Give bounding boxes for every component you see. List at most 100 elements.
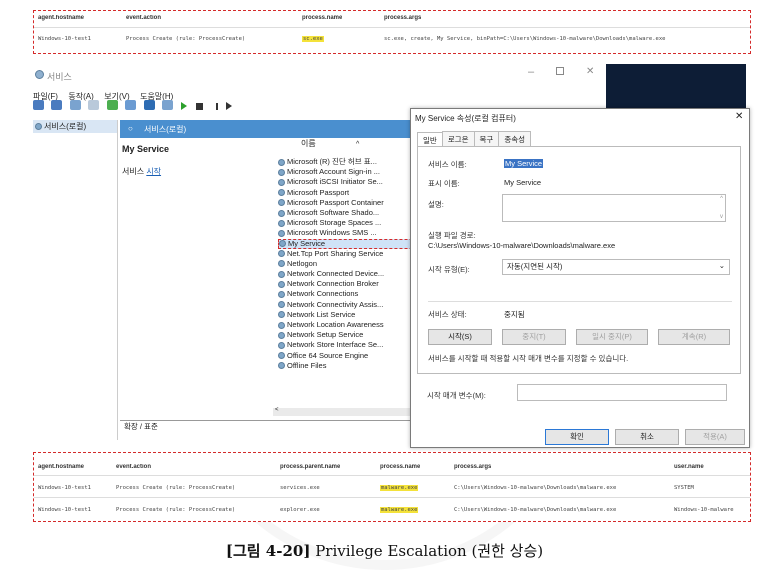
service-gear-icon	[278, 311, 285, 319]
cancel-button[interactable]: 취소	[615, 429, 679, 445]
scroll-left-icon[interactable]: <	[275, 407, 279, 413]
close-icon[interactable]: ✕	[586, 66, 594, 77]
startup-type-label: 시작 유형(E):	[428, 265, 470, 274]
divider	[34, 497, 750, 498]
service-gear-icon	[278, 158, 285, 166]
cell-process-args: C:\Users\Windows-10-malware\Downloads\ma…	[454, 485, 617, 491]
col-process-name: process.name	[302, 15, 343, 21]
title-bar: 서비스 – ✕	[33, 64, 606, 86]
console-tree-icon[interactable]	[69, 100, 81, 110]
tree-item-services-local[interactable]: 서비스(로컬)	[33, 120, 117, 133]
description-textbox[interactable]: ^ v	[502, 194, 726, 222]
service-name-value[interactable]: My Service	[504, 159, 544, 168]
service-name: Microsoft Passport	[287, 187, 350, 197]
col-process-parent-name: process.parent.name	[280, 464, 341, 470]
start-param-label: 시작 매개 변수(M):	[427, 391, 486, 400]
description-label: 설명:	[428, 200, 444, 209]
pause-button[interactable]: 일시 중지(P)	[576, 329, 648, 345]
divider	[34, 475, 750, 476]
maximize-icon[interactable]	[556, 67, 564, 75]
apply-button[interactable]: 적용(A)	[685, 429, 745, 445]
minimize-icon[interactable]: –	[528, 66, 534, 78]
col-process-args: process.args	[454, 464, 492, 470]
service-name: Microsoft Account Sign-in ...	[287, 167, 380, 177]
service-gear-icon	[278, 301, 285, 309]
dialog-close-icon[interactable]: ✕	[735, 111, 743, 122]
selected-service-name: My Service	[122, 144, 170, 154]
services-gear-icon	[35, 123, 42, 130]
service-status-label: 서비스 상태:	[428, 310, 467, 319]
resume-button[interactable]: 계속(R)	[658, 329, 730, 345]
service-gear-icon	[278, 199, 285, 207]
forward-icon[interactable]	[51, 100, 63, 110]
cell-process-name: sc.exe	[302, 36, 324, 42]
service-gear-icon	[278, 219, 285, 227]
properties-icon[interactable]	[88, 100, 100, 110]
sort-ascending-icon: ^	[355, 141, 360, 148]
start-button[interactable]: 시작(S)	[428, 329, 492, 345]
column-label: 이름	[301, 139, 316, 148]
service-gear-icon	[278, 209, 285, 217]
dialog-tabs: 일반 로그온 복구 종속성	[417, 131, 532, 148]
stop-button[interactable]: 중지(T)	[502, 329, 566, 345]
tab-extended-standard[interactable]: 확장 / 표준	[124, 422, 158, 431]
service-gear-icon	[278, 352, 285, 360]
service-gear-icon	[278, 270, 285, 278]
service-name: Microsoft iSCSI Initiator Se...	[287, 177, 383, 187]
col-agent-hostname: agent.hostname	[38, 15, 85, 21]
cell-event-action: Process Create (rule: ProcessCreate)	[126, 36, 246, 42]
pause-icon[interactable]	[212, 103, 215, 110]
start-link-line: 서비스 시작	[122, 166, 260, 177]
back-icon[interactable]	[33, 100, 44, 110]
service-name: Netlogon	[287, 258, 318, 268]
col-process-args: process.args	[384, 15, 422, 21]
start-link-prefix: 서비스	[122, 167, 147, 176]
tab-dependencies[interactable]: 종속성	[498, 131, 532, 147]
service-name: Network Connection Broker	[287, 279, 379, 289]
column-header-name[interactable]: 이름 ^	[301, 138, 359, 149]
cell-process-args: sc.exe, create, My Service, binPath=C:\U…	[384, 36, 666, 42]
start-service-link[interactable]: 시작	[146, 167, 161, 176]
cell-event-action: Process Create (rule: ProcessCreate)	[116, 507, 236, 513]
console-tree: 서비스(로컬)	[33, 120, 118, 440]
service-gear-icon	[278, 229, 285, 237]
window-title: 서비스	[47, 72, 72, 82]
cell-process-args: C:\Users\Windows-10-malware\Downloads\ma…	[454, 507, 617, 513]
service-gear-icon	[278, 260, 285, 268]
tree-item-label: 서비스(로컬)	[44, 122, 87, 131]
restart-icon[interactable]	[225, 102, 232, 110]
cell-parent-name: services.exe	[280, 485, 320, 491]
startup-type-value: 자동(지연된 시작)	[507, 262, 563, 271]
service-name: Network Connected Device...	[287, 269, 385, 279]
cell-user-name: SYSTEM	[674, 485, 694, 491]
services-gear-icon	[35, 70, 44, 79]
view-icon[interactable]	[162, 100, 174, 110]
start-icon[interactable]	[180, 102, 187, 110]
refresh-icon[interactable]	[106, 100, 118, 110]
display-name-label: 표시 이름:	[428, 179, 460, 188]
startup-type-select[interactable]: 자동(지연된 시작) ⌄	[502, 259, 730, 275]
ok-button[interactable]: 확인	[545, 429, 609, 445]
service-gear-icon	[278, 331, 285, 339]
col-user-name: user.name	[674, 464, 704, 470]
col-process-name: process.name	[380, 464, 421, 470]
cell-hostname: Windows-10-test1	[38, 36, 91, 42]
service-name: Microsoft (R) 진단 허브 표...	[287, 157, 377, 166]
service-name: Network List Service	[287, 309, 356, 319]
col-agent-hostname: agent.hostname	[38, 464, 85, 470]
export-icon[interactable]	[125, 100, 137, 110]
stop-icon[interactable]	[196, 103, 204, 110]
service-gear-icon	[278, 178, 285, 186]
service-name: Microsoft Storage Spaces ...	[287, 218, 382, 228]
tab-recovery[interactable]: 복구	[473, 131, 500, 147]
service-gear-icon	[278, 189, 285, 197]
scroll-up-icon[interactable]: ^	[720, 196, 723, 202]
help-icon[interactable]	[143, 100, 155, 110]
service-name-label: 서비스 이름:	[428, 160, 467, 169]
divider	[34, 27, 750, 28]
service-name: Network Connectivity Assis...	[287, 299, 384, 309]
start-param-input[interactable]	[517, 384, 727, 401]
description-pane: My Service 서비스 시작	[120, 138, 260, 428]
scroll-down-icon[interactable]: v	[720, 214, 723, 220]
tab-logon[interactable]: 로그온	[441, 131, 475, 147]
